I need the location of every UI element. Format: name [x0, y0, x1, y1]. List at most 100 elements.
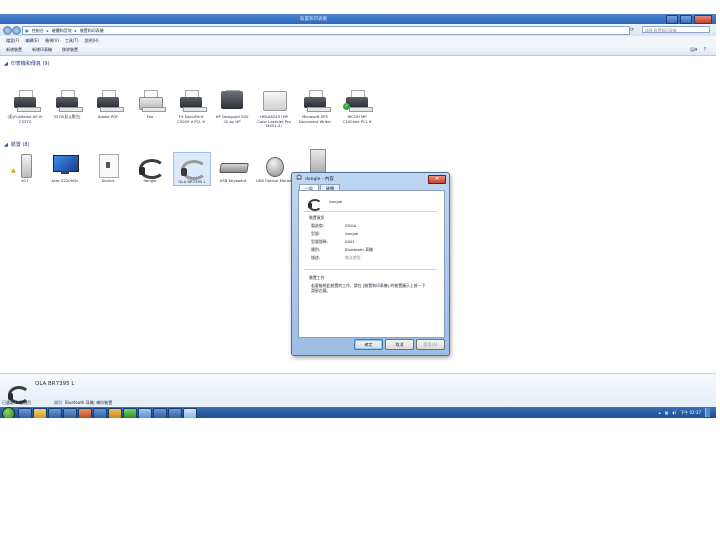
- minimize-button[interactable]: [666, 15, 678, 24]
- taskbar-app-icon[interactable]: [138, 408, 152, 418]
- printer-label: FX DocuPrint C5005 d PCL 6: [177, 114, 205, 124]
- warning-icon: ▲: [11, 167, 16, 174]
- printers-group-title: 印表機和傳真 (9): [10, 61, 50, 67]
- taskbar-app-icon[interactable]: [168, 408, 182, 418]
- printer-icon: [218, 89, 246, 113]
- menu-file[interactable]: 檔案(F): [6, 38, 19, 44]
- view-options-icon[interactable]: ▤▾: [690, 47, 697, 53]
- printer-item[interactable]: ✓ RICOH MP C2004ex PCL 6: [339, 89, 375, 124]
- chevron-right-icon: ▸: [46, 28, 49, 33]
- window-title-bar[interactable]: 裝置和印表機: [0, 14, 716, 24]
- remove-device-button[interactable]: 移除裝置: [62, 47, 78, 53]
- add-printer-button[interactable]: 新增印表機: [32, 47, 52, 53]
- device-item[interactable]: USB Keyboard: [215, 153, 251, 184]
- computer-icon: [302, 149, 330, 173]
- device-item[interactable]: ▲ 617: [7, 153, 43, 184]
- start-button[interactable]: [2, 407, 15, 418]
- taskbar-app-icon[interactable]: [123, 408, 137, 418]
- device-item[interactable]: Acer S220HQL: [47, 153, 83, 184]
- show-desktop-button[interactable]: [705, 408, 710, 417]
- fax-item[interactable]: Fax: [132, 89, 168, 120]
- apply-button[interactable]: 套用(A): [416, 339, 445, 350]
- printer-label: RICOH MP C2004ex PCL 6: [342, 114, 372, 124]
- taskbar-app-icon[interactable]: [153, 408, 167, 418]
- chevron-down-icon: ◢: [4, 60, 8, 67]
- help-icon[interactable]: ?: [703, 47, 706, 53]
- dialog-panel: dongle 裝置資訊 製造商: EDGA 型號: dongle 型號號碼: 0…: [298, 190, 445, 338]
- maximize-button[interactable]: [680, 15, 692, 24]
- printer-item[interactable]: 3370(彩)(黑白): [49, 89, 85, 120]
- printer-item[interactable]: Adobe PDF: [90, 89, 126, 120]
- printer-item[interactable]: Microsoft XPS Document Writer: [297, 89, 333, 124]
- info-label: 類別:: [311, 247, 321, 252]
- clock[interactable]: 下午 02:37: [680, 410, 701, 416]
- back-arrow-icon[interactable]: [3, 26, 12, 35]
- info-value: Bluetooth 耳機: [345, 247, 373, 252]
- taskbar-app-icon-active[interactable]: [183, 408, 197, 418]
- device-box-icon: [94, 153, 122, 178]
- taskbar-app-icon[interactable]: [78, 408, 92, 418]
- forward-arrow-icon[interactable]: [12, 26, 21, 35]
- breadcrumb-item[interactable]: 硬體和音效: [52, 28, 72, 34]
- printer-label: Microsoft XPS Document Writer: [298, 114, 332, 124]
- device-item[interactable]: dongle: [132, 153, 168, 184]
- taskbar-app-icon[interactable]: [48, 408, 62, 418]
- breadcrumb-item[interactable]: 裝置和印表機: [80, 28, 104, 34]
- chevron-down-icon: ◢: [4, 141, 8, 148]
- tray-arrow-icon[interactable]: ▴: [659, 410, 661, 415]
- printers-group-header[interactable]: ◢ 印表機和傳真 (9): [4, 60, 50, 68]
- menu-help[interactable]: 說明(H): [85, 38, 99, 44]
- folder-icon[interactable]: [33, 408, 47, 418]
- printer-icon: [11, 89, 41, 113]
- menu-view[interactable]: 檢視(V): [45, 38, 59, 44]
- volume-icon[interactable]: ◖): [673, 410, 677, 415]
- fax-icon: [136, 89, 166, 113]
- device-item[interactable]: USB Optical Mouse: [256, 153, 292, 184]
- network-icon[interactable]: ▦: [665, 410, 669, 415]
- printer-icon: [301, 89, 331, 113]
- printer-label: 3370(彩)(黑白): [53, 114, 81, 119]
- ie-icon[interactable]: [18, 408, 32, 418]
- headset-icon: [136, 153, 165, 179]
- taskbar-app-icon[interactable]: [63, 408, 77, 418]
- breadcrumb-item[interactable]: 控制台: [32, 28, 44, 34]
- devices-group-header[interactable]: ◢ 裝置 (8): [4, 141, 30, 149]
- tasks-header: 裝置工作: [309, 275, 325, 280]
- ok-button[interactable]: 確定: [354, 339, 383, 350]
- chevron-right-icon: ▸: [74, 28, 77, 33]
- phone-icon: ▲: [11, 153, 39, 178]
- taskbar-app-icon[interactable]: [93, 408, 107, 418]
- printer-item[interactable]: HP Designjet 500 42 by HP: [214, 89, 250, 124]
- details-device-name: QLA BR7395 L: [35, 381, 75, 387]
- system-tray: ▴ ▦ ◖) 下午 02:37: [659, 407, 716, 418]
- info-value: EDGA: [345, 223, 357, 228]
- window-title: 裝置和印表機: [300, 17, 327, 22]
- dialog-device-name: dongle: [329, 199, 343, 204]
- device-item[interactable]: Device: [90, 153, 126, 184]
- menu-edit[interactable]: 編輯(E): [25, 38, 39, 44]
- keyboard-icon: [219, 153, 249, 177]
- printer-item[interactable]: (彩)FujiXerox AP-IV C3370: [7, 89, 43, 124]
- menu-bar: 檔案(F) 編輯(E) 檢視(V) 工具(T) 說明(H): [0, 36, 716, 45]
- devices-group-title: 裝置 (8): [10, 142, 30, 148]
- close-button[interactable]: [694, 15, 712, 24]
- printer-label: Fax: [146, 114, 154, 119]
- menu-tools[interactable]: 工具(T): [65, 38, 79, 44]
- info-label: 描述:: [311, 255, 321, 260]
- desktop-screen: 裝置和印表機 ▣ 控制台 ▸ 硬體和音效 ▸ 裝置和印表機 ⟳ 搜尋 裝置和印表…: [0, 14, 716, 418]
- control-panel-icon: ▣: [25, 28, 29, 33]
- cancel-button[interactable]: 取消: [385, 339, 414, 350]
- info-label: 型號:: [311, 231, 321, 236]
- printer-item[interactable]: FX DocuPrint C5005 d PCL 6: [173, 89, 209, 124]
- printer-item[interactable]: HPAA8249 (HP Color LaserJet Pro M451-4): [256, 89, 292, 129]
- search-input[interactable]: 搜尋 裝置和印表機: [642, 26, 710, 33]
- device-item-selected[interactable]: QLA BR7395 L: [173, 152, 211, 186]
- refresh-icon[interactable]: ⟳: [630, 27, 634, 33]
- taskbar-app-icon[interactable]: [108, 408, 122, 418]
- add-device-button[interactable]: 新增裝置: [6, 47, 22, 53]
- breadcrumb[interactable]: ▣ 控制台 ▸ 硬體和音效 ▸ 裝置和印表機: [22, 26, 630, 35]
- info-header: 裝置資訊: [309, 215, 325, 220]
- taskbar: ▴ ▦ ◖) 下午 02:37: [0, 407, 716, 418]
- dialog-close-button[interactable]: ✕: [428, 175, 446, 184]
- device-label: Device: [101, 178, 115, 183]
